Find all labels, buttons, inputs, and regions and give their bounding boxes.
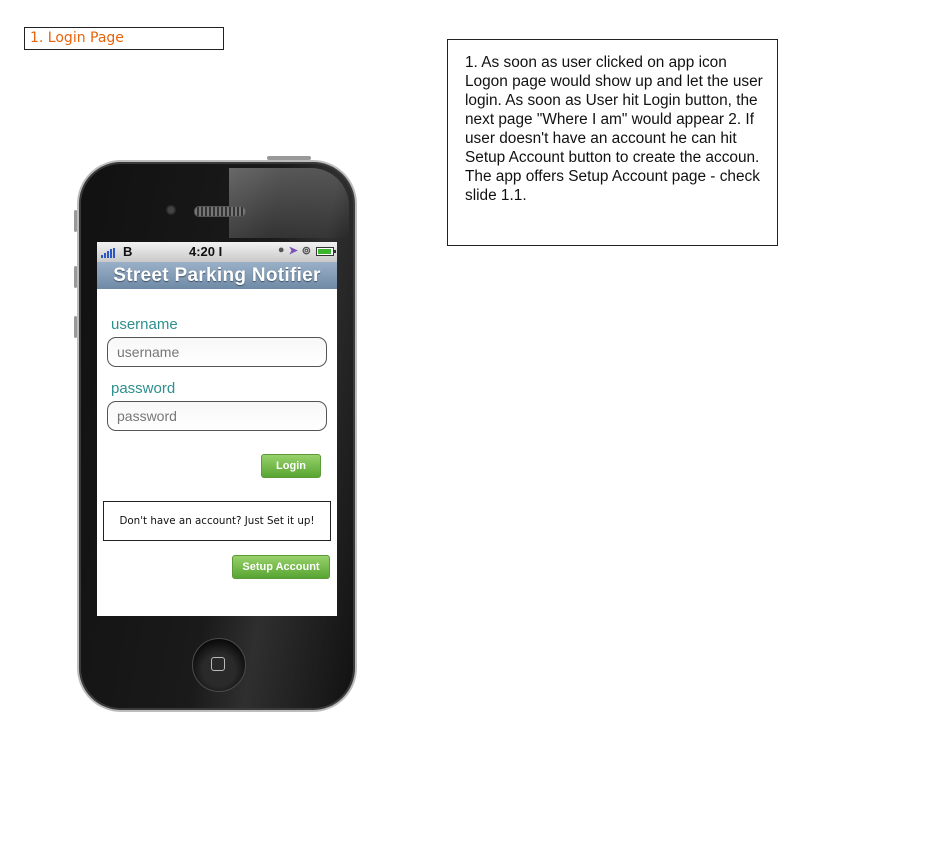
signup-hint: Don't have an account? Just Set it up! [103, 501, 331, 541]
volume-up-button [74, 266, 77, 288]
carrier-label: B [123, 244, 133, 259]
status-bar: B 4:20 I ● ➤ ⊚ [97, 242, 337, 262]
earpiece-speaker [194, 206, 246, 217]
app-screen: B 4:20 I ● ➤ ⊚ Street Parking Notifier u… [97, 242, 337, 616]
app-title: Street Parking Notifier [97, 262, 337, 289]
username-input[interactable] [107, 337, 327, 367]
login-button[interactable]: Login [261, 454, 321, 478]
password-input[interactable] [107, 401, 327, 431]
battery-icon [316, 247, 336, 256]
location-icon: ➤ [288, 245, 298, 257]
home-square-icon [211, 657, 225, 671]
password-label: password [111, 380, 176, 397]
front-camera [165, 204, 177, 216]
phone-gloss [229, 168, 349, 238]
orientation-lock-icon: ⊚ [301, 245, 311, 257]
status-time: 4:20 I [189, 244, 223, 259]
alarm-icon: ● [277, 244, 285, 256]
signal-icon [101, 248, 115, 258]
mute-switch [74, 210, 77, 232]
username-label: username [111, 316, 178, 333]
slide-label: 1. Login Page [24, 27, 224, 50]
home-button[interactable] [192, 638, 246, 692]
setup-account-button[interactable]: Setup Account [232, 555, 330, 579]
power-button [267, 156, 311, 160]
volume-down-button [74, 316, 77, 338]
annotation-note: 1. As soon as user clicked on app icon L… [447, 39, 778, 246]
phone-mockup: B 4:20 I ● ➤ ⊚ Street Parking Notifier u… [74, 156, 357, 712]
